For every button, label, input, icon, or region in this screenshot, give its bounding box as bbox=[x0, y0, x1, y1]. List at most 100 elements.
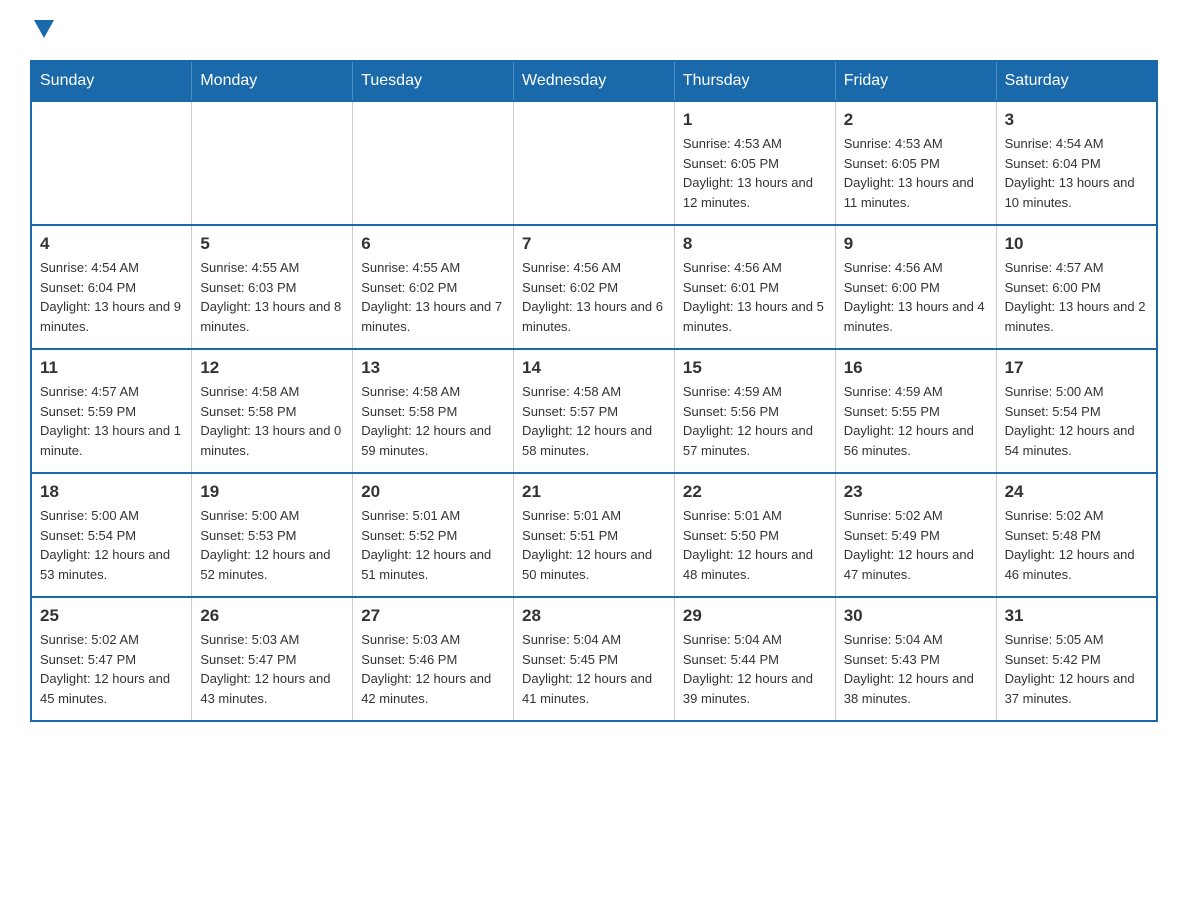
day-info: Sunrise: 5:04 AM Sunset: 5:43 PM Dayligh… bbox=[844, 630, 988, 708]
day-number: 22 bbox=[683, 482, 827, 502]
day-number: 19 bbox=[200, 482, 344, 502]
day-info: Sunrise: 5:00 AM Sunset: 5:54 PM Dayligh… bbox=[40, 506, 183, 584]
day-cell: 16Sunrise: 4:59 AM Sunset: 5:55 PM Dayli… bbox=[835, 349, 996, 473]
week-row-3: 11 Sunrise: 4:57 AM Sunset: 5:59 PM Dayli… bbox=[31, 349, 1157, 473]
day-info: Sunrise: 5:04 AM Sunset: 5:44 PM Dayligh… bbox=[683, 630, 827, 708]
header-tuesday: Tuesday bbox=[353, 61, 514, 101]
day-cell: 14 Sunrise: 4:58 AM Sunset: 5:57 PM Dayli… bbox=[514, 349, 675, 473]
day-number: 26 bbox=[200, 606, 344, 626]
day-info: Sunrise: 5:00 AM Sunset: 5:54 PM Dayligh… bbox=[1005, 382, 1148, 460]
day-info: Sunrise: 4:58 AM Sunset: 5:58 PM Dayligh… bbox=[361, 382, 505, 460]
header-sunday: Sunday bbox=[31, 61, 192, 101]
day-cell: 20 Sunrise: 5:01 AM Sunset: 5:52 PM Dayli… bbox=[353, 473, 514, 597]
day-info: Sunrise: 4:57 AM Sunset: 5:59 PM Dayligh… bbox=[40, 382, 183, 460]
week-row-5: 25 Sunrise: 5:02 AM Sunset: 5:47 PM Dayli… bbox=[31, 597, 1157, 721]
day-number: 18 bbox=[40, 482, 183, 502]
day-number: 29 bbox=[683, 606, 827, 626]
day-cell: 17Sunrise: 5:00 AM Sunset: 5:54 PM Dayli… bbox=[996, 349, 1157, 473]
day-cell: 6 Sunrise: 4:55 AM Sunset: 6:02 PM Daylig… bbox=[353, 225, 514, 349]
day-info: Sunrise: 5:03 AM Sunset: 5:47 PM Dayligh… bbox=[200, 630, 344, 708]
day-cell: 24 Sunrise: 5:02 AM Sunset: 5:48 PM Dayli… bbox=[996, 473, 1157, 597]
header-saturday: Saturday bbox=[996, 61, 1157, 101]
day-cell: 22 Sunrise: 5:01 AM Sunset: 5:50 PM Dayli… bbox=[674, 473, 835, 597]
day-info: Sunrise: 5:00 AM Sunset: 5:53 PM Dayligh… bbox=[200, 506, 344, 584]
day-number: 30 bbox=[844, 606, 988, 626]
day-info: Sunrise: 4:56 AM Sunset: 6:02 PM Dayligh… bbox=[522, 258, 666, 336]
day-cell: 7 Sunrise: 4:56 AM Sunset: 6:02 PM Daylig… bbox=[514, 225, 675, 349]
day-cell bbox=[31, 101, 192, 225]
day-cell: 23Sunrise: 5:02 AM Sunset: 5:49 PM Dayli… bbox=[835, 473, 996, 597]
day-info: Sunrise: 4:59 AM Sunset: 5:56 PM Dayligh… bbox=[683, 382, 827, 460]
day-number: 28 bbox=[522, 606, 666, 626]
week-row-1: 1 Sunrise: 4:53 AM Sunset: 6:05 PM Daylig… bbox=[31, 101, 1157, 225]
day-info: Sunrise: 5:03 AM Sunset: 5:46 PM Dayligh… bbox=[361, 630, 505, 708]
header-wednesday: Wednesday bbox=[514, 61, 675, 101]
day-number: 25 bbox=[40, 606, 183, 626]
day-cell: 3 Sunrise: 4:54 AM Sunset: 6:04 PM Daylig… bbox=[996, 101, 1157, 225]
day-info: Sunrise: 5:01 AM Sunset: 5:50 PM Dayligh… bbox=[683, 506, 827, 584]
day-info: Sunrise: 4:53 AM Sunset: 6:05 PM Dayligh… bbox=[683, 134, 827, 212]
header-monday: Monday bbox=[192, 61, 353, 101]
day-number: 2 bbox=[844, 110, 988, 130]
day-number: 27 bbox=[361, 606, 505, 626]
day-cell: 19 Sunrise: 5:00 AM Sunset: 5:53 PM Dayli… bbox=[192, 473, 353, 597]
day-info: Sunrise: 4:55 AM Sunset: 6:02 PM Dayligh… bbox=[361, 258, 505, 336]
day-info: Sunrise: 5:05 AM Sunset: 5:42 PM Dayligh… bbox=[1005, 630, 1148, 708]
day-number: 7 bbox=[522, 234, 666, 254]
day-info: Sunrise: 5:01 AM Sunset: 5:52 PM Dayligh… bbox=[361, 506, 505, 584]
day-number: 1 bbox=[683, 110, 827, 130]
week-row-4: 18 Sunrise: 5:00 AM Sunset: 5:54 PM Dayli… bbox=[31, 473, 1157, 597]
day-cell bbox=[192, 101, 353, 225]
day-number: 12 bbox=[200, 358, 344, 378]
day-number: 6 bbox=[361, 234, 505, 254]
day-cell: 11 Sunrise: 4:57 AM Sunset: 5:59 PM Dayli… bbox=[31, 349, 192, 473]
week-row-2: 4Sunrise: 4:54 AM Sunset: 6:04 PM Daylig… bbox=[31, 225, 1157, 349]
day-info: Sunrise: 4:56 AM Sunset: 6:01 PM Dayligh… bbox=[683, 258, 827, 336]
day-cell: 21Sunrise: 5:01 AM Sunset: 5:51 PM Dayli… bbox=[514, 473, 675, 597]
day-info: Sunrise: 4:58 AM Sunset: 5:58 PM Dayligh… bbox=[200, 382, 344, 460]
calendar-table: SundayMondayTuesdayWednesdayThursdayFrid… bbox=[30, 60, 1158, 722]
day-info: Sunrise: 4:58 AM Sunset: 5:57 PM Dayligh… bbox=[522, 382, 666, 460]
header-thursday: Thursday bbox=[674, 61, 835, 101]
day-info: Sunrise: 5:02 AM Sunset: 5:48 PM Dayligh… bbox=[1005, 506, 1148, 584]
day-number: 9 bbox=[844, 234, 988, 254]
day-number: 24 bbox=[1005, 482, 1148, 502]
day-cell: 1 Sunrise: 4:53 AM Sunset: 6:05 PM Daylig… bbox=[674, 101, 835, 225]
day-number: 21 bbox=[522, 482, 666, 502]
day-cell: 26 Sunrise: 5:03 AM Sunset: 5:47 PM Dayli… bbox=[192, 597, 353, 721]
day-info: Sunrise: 4:53 AM Sunset: 6:05 PM Dayligh… bbox=[844, 134, 988, 212]
day-number: 13 bbox=[361, 358, 505, 378]
day-cell bbox=[353, 101, 514, 225]
day-cell: 4Sunrise: 4:54 AM Sunset: 6:04 PM Daylig… bbox=[31, 225, 192, 349]
day-cell: 18 Sunrise: 5:00 AM Sunset: 5:54 PM Dayli… bbox=[31, 473, 192, 597]
day-cell: 5 Sunrise: 4:55 AM Sunset: 6:03 PM Daylig… bbox=[192, 225, 353, 349]
day-number: 3 bbox=[1005, 110, 1148, 130]
day-cell: 31 Sunrise: 5:05 AM Sunset: 5:42 PM Dayli… bbox=[996, 597, 1157, 721]
calendar-header-row: SundayMondayTuesdayWednesdayThursdayFrid… bbox=[31, 61, 1157, 101]
day-info: Sunrise: 4:55 AM Sunset: 6:03 PM Dayligh… bbox=[200, 258, 344, 336]
day-number: 15 bbox=[683, 358, 827, 378]
day-number: 14 bbox=[522, 358, 666, 378]
day-cell: 10Sunrise: 4:57 AM Sunset: 6:00 PM Dayli… bbox=[996, 225, 1157, 349]
day-cell: 15 Sunrise: 4:59 AM Sunset: 5:56 PM Dayli… bbox=[674, 349, 835, 473]
day-cell: 27 Sunrise: 5:03 AM Sunset: 5:46 PM Dayli… bbox=[353, 597, 514, 721]
day-cell bbox=[514, 101, 675, 225]
header-friday: Friday bbox=[835, 61, 996, 101]
day-info: Sunrise: 4:57 AM Sunset: 6:00 PM Dayligh… bbox=[1005, 258, 1148, 336]
day-cell: 25 Sunrise: 5:02 AM Sunset: 5:47 PM Dayli… bbox=[31, 597, 192, 721]
page-header bbox=[30, 20, 1158, 40]
day-cell: 8Sunrise: 4:56 AM Sunset: 6:01 PM Daylig… bbox=[674, 225, 835, 349]
day-info: Sunrise: 4:54 AM Sunset: 6:04 PM Dayligh… bbox=[1005, 134, 1148, 212]
day-number: 23 bbox=[844, 482, 988, 502]
day-cell: 30 Sunrise: 5:04 AM Sunset: 5:43 PM Dayli… bbox=[835, 597, 996, 721]
day-number: 11 bbox=[40, 358, 183, 378]
day-info: Sunrise: 5:02 AM Sunset: 5:47 PM Dayligh… bbox=[40, 630, 183, 708]
day-number: 20 bbox=[361, 482, 505, 502]
day-number: 5 bbox=[200, 234, 344, 254]
day-number: 31 bbox=[1005, 606, 1148, 626]
day-cell: 29 Sunrise: 5:04 AM Sunset: 5:44 PM Dayli… bbox=[674, 597, 835, 721]
day-cell: 12 Sunrise: 4:58 AM Sunset: 5:58 PM Dayli… bbox=[192, 349, 353, 473]
day-info: Sunrise: 4:54 AM Sunset: 6:04 PM Dayligh… bbox=[40, 258, 183, 336]
logo bbox=[30, 20, 54, 40]
logo-triangle-icon bbox=[34, 20, 54, 38]
